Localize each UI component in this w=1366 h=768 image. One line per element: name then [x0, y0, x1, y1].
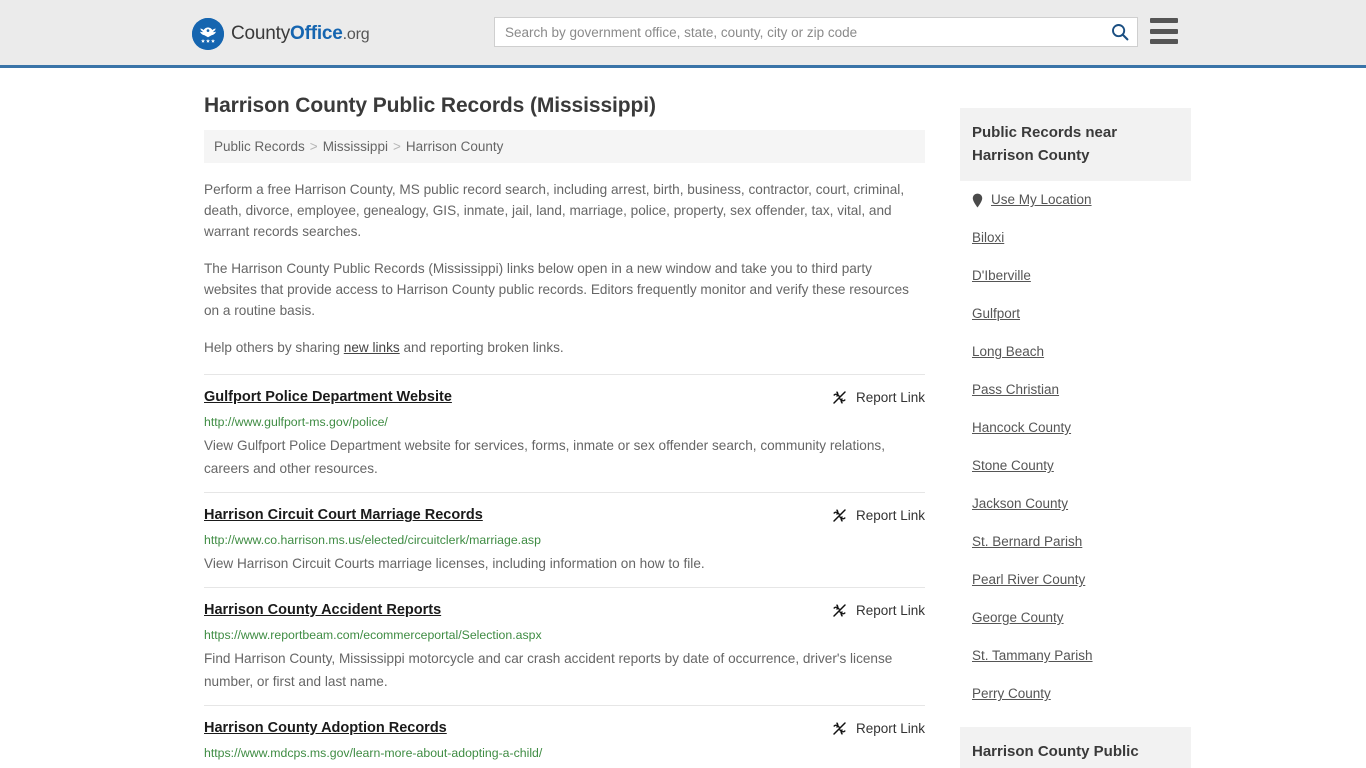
- sidebar-item-st-bernard-parish[interactable]: St. Bernard Parish: [972, 523, 1179, 561]
- sidebar-link[interactable]: Hancock County: [972, 420, 1071, 436]
- sidebar-link[interactable]: Perry County: [972, 686, 1051, 702]
- help-prefix-text: Help others by sharing: [204, 340, 344, 355]
- logo-word-county: County: [231, 23, 291, 44]
- site-logo[interactable]: CountyOffice.org: [192, 18, 370, 50]
- result-item: Gulfport Police Department Website Repor…: [204, 374, 925, 492]
- breadcrumb-item-mississippi[interactable]: Mississippi: [323, 139, 388, 154]
- report-link-label: Report Link: [855, 721, 925, 736]
- breadcrumb-separator-2: >: [392, 139, 401, 154]
- search-input[interactable]: [495, 18, 1103, 46]
- result-item: Harrison County Adoption Records Report …: [204, 705, 925, 768]
- sidebar-link[interactable]: Biloxi: [972, 230, 1004, 246]
- sidebar-link[interactable]: Jackson County: [972, 496, 1068, 512]
- result-url: https://www.mdcps.ms.gov/learn-more-abou…: [204, 746, 543, 760]
- report-link-label: Report Link: [855, 603, 925, 618]
- breadcrumb-item-public-records[interactable]: Public Records: [214, 139, 305, 154]
- result-header: Harrison County Adoption Records Report …: [204, 719, 925, 738]
- report-link-button[interactable]: Report Link: [831, 720, 925, 737]
- sidebar-link[interactable]: D'Iberville: [972, 268, 1031, 284]
- broken-link-icon: [831, 507, 848, 524]
- result-header: Gulfport Police Department Website Repor…: [204, 388, 925, 407]
- use-my-location-link[interactable]: Use My Location: [991, 192, 1092, 208]
- result-header: Harrison Circuit Court Marriage Records: [204, 506, 925, 525]
- report-link-button[interactable]: Report Link: [831, 389, 925, 406]
- sidebar-link[interactable]: St. Tammany Parish: [972, 648, 1093, 664]
- sidebar-item-diberville[interactable]: D'Iberville: [972, 257, 1179, 295]
- intro-paragraph-2: The Harrison County Public Records (Miss…: [204, 261, 909, 318]
- eagle-seal-icon: [192, 18, 224, 50]
- help-paragraph: Help others by sharing new links and rep…: [204, 337, 925, 358]
- new-links-link[interactable]: new links: [344, 340, 400, 355]
- sidebar-item-use-my-location[interactable]: Use My Location: [972, 181, 1179, 219]
- help-suffix-text: and reporting broken links.: [399, 340, 564, 355]
- sidebar-nearby-title: Public Records near Harrison County: [960, 108, 1191, 181]
- search-button[interactable]: [1103, 18, 1137, 46]
- breadcrumb-separator-1: >: [309, 139, 318, 154]
- intro-paragraph-1: Perform a free Harrison County, MS publi…: [204, 182, 905, 239]
- report-link-label: Report Link: [855, 390, 925, 405]
- result-url: https://www.reportbeam.com/ecommerceport…: [204, 628, 542, 642]
- sidebar-nearby-links: Use My Location Biloxi D'Iberville Gulfp…: [960, 181, 1191, 713]
- sidebar-item-perry-county[interactable]: Perry County: [972, 675, 1179, 713]
- sidebar-link[interactable]: Gulfport: [972, 306, 1020, 322]
- sidebar-link[interactable]: Pearl River County: [972, 572, 1085, 588]
- logo-word-office: Office: [290, 23, 343, 44]
- sidebar: Public Records near Harrison County Use …: [960, 68, 1191, 768]
- sidebar-link[interactable]: St. Bernard Parish: [972, 534, 1082, 550]
- result-description: Find Harrison County, Mississippi motorc…: [204, 651, 893, 689]
- breadcrumb: Public Records > Mississippi > Harrison Coun…: [204, 130, 925, 163]
- broken-link-icon: [831, 389, 848, 406]
- sidebar-item-hancock-county[interactable]: Hancock County: [972, 409, 1179, 447]
- menu-bar-2: [1150, 28, 1178, 34]
- sidebar-link[interactable]: George County: [972, 610, 1064, 626]
- sidebar-link[interactable]: Long Beach: [972, 344, 1044, 360]
- report-link-button[interactable]: Report Link: [831, 602, 925, 619]
- sidebar-item-pass-christian[interactable]: Pass Christian: [972, 371, 1179, 409]
- site-header: CountyOffice.org: [0, 0, 1366, 68]
- menu-bar-1: [1150, 18, 1178, 23]
- broken-link-icon: [831, 602, 848, 619]
- sidebar-item-jackson-county[interactable]: Jackson County: [972, 485, 1179, 523]
- sidebar-item-stone-county[interactable]: Stone County: [972, 447, 1179, 485]
- search-icon: [1111, 23, 1129, 41]
- logo-wordmark: CountyOffice.org: [231, 23, 370, 45]
- sidebar-records-title: Harrison County Public Records: [960, 727, 1191, 768]
- sidebar-item-pearl-river-county[interactable]: Pearl River County: [972, 561, 1179, 599]
- result-header: Harrison County Accident Reports Report …: [204, 601, 925, 620]
- sidebar-item-george-county[interactable]: George County: [972, 599, 1179, 637]
- logo-word-org: .org: [342, 26, 370, 43]
- result-description: View Gulfport Police Department website …: [204, 438, 885, 476]
- result-item: Harrison Circuit Court Marriage Records: [204, 492, 925, 587]
- sidebar-item-biloxi[interactable]: Biloxi: [972, 219, 1179, 257]
- sidebar-item-long-beach[interactable]: Long Beach: [972, 333, 1179, 371]
- hamburger-menu-icon[interactable]: [1150, 18, 1178, 44]
- result-description: View Harrison Circuit Courts marriage li…: [204, 556, 705, 571]
- sidebar-link[interactable]: Pass Christian: [972, 382, 1059, 398]
- result-item: Harrison County Accident Reports Report …: [204, 587, 925, 705]
- page-body: Harrison County Public Records (Mississi…: [0, 68, 1366, 768]
- result-title-link[interactable]: Gulfport Police Department Website: [204, 388, 452, 407]
- search-bar[interactable]: [494, 17, 1138, 47]
- sidebar-link[interactable]: Stone County: [972, 458, 1054, 474]
- result-url: http://www.gulfport-ms.gov/police/: [204, 415, 388, 429]
- sidebar-item-gulfport[interactable]: Gulfport: [972, 295, 1179, 333]
- result-title-link[interactable]: Harrison Circuit Court Marriage Records: [204, 506, 483, 525]
- report-link-button[interactable]: Report Link: [831, 507, 925, 524]
- report-link-label: Report Link: [855, 508, 925, 523]
- result-title-link[interactable]: Harrison County Accident Reports: [204, 601, 441, 620]
- menu-bar-3: [1150, 39, 1178, 44]
- broken-link-icon: [831, 720, 848, 737]
- sidebar-item-st-tammany-parish[interactable]: St. Tammany Parish: [972, 637, 1179, 675]
- result-url: http://www.co.harrison.ms.us/elected/cir…: [204, 533, 541, 547]
- breadcrumb-item-harrison-county[interactable]: Harrison County: [406, 139, 504, 154]
- page-title: Harrison County Public Records (Mississi…: [204, 94, 656, 117]
- result-title-link[interactable]: Harrison County Adoption Records: [204, 719, 447, 738]
- map-pin-icon: [972, 193, 983, 208]
- main-content: Harrison County Public Records (Mississi…: [204, 68, 925, 768]
